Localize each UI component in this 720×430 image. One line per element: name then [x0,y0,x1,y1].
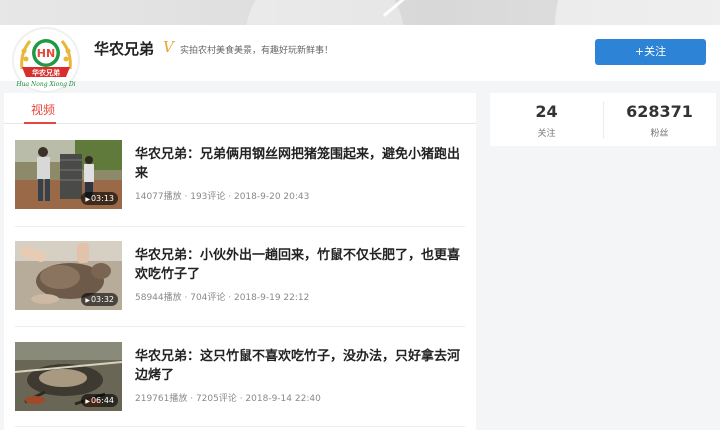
profile-banner [0,0,720,25]
verified-icon: V [163,38,174,56]
divider [15,426,465,427]
logo-caption: Hua Nong Xiong Di [16,81,76,88]
divider [15,326,465,327]
following-label: 关注 [537,129,556,139]
channel-name: 华农兄弟 [94,40,155,58]
video-thumbnail[interactable]: ▶06:44 [15,342,122,411]
play-icon: ▶ [85,297,90,304]
svg-text:HN: HN [37,47,55,60]
video-meta: 219761播放 · 7205评论 · 2018-9-14 22:40 [135,394,321,404]
video-thumbnail[interactable]: ▶03:32 [15,241,122,310]
list-item[interactable]: ▶03:13 华农兄弟：兄弟俩用钢丝网把猪笼围起来，避免小猪跑出来 14077播… [15,140,465,240]
active-tab-indicator [24,122,56,124]
video-duration: ▶03:13 [81,192,118,205]
video-meta: 14077播放 · 193评论 · 2018-9-20 20:43 [135,192,310,202]
followers-count: 628371 [626,102,693,121]
logo-emblem: HN 华农兄弟 [20,39,72,77]
banner-decoration [245,0,405,25]
video-meta: 58944播放 · 704评论 · 2018-9-19 22:12 [135,293,310,303]
channel-tagline: 实拍农村美食美景，有趣好玩新鲜事！ [180,46,334,56]
followers-label: 粉丝 [650,129,669,139]
channel-header: HN 华农兄弟 Hua Nong Xiong Di 华农兄弟 V 实拍农村美食美… [0,25,720,91]
play-icon: ▶ [85,398,90,405]
follow-button[interactable]: +关注 [595,39,706,65]
video-duration: ▶06:44 [81,394,118,407]
play-icon: ▶ [85,196,90,203]
tab-bar: 视频 [4,93,476,124]
following-stat[interactable]: 24 关注 [490,102,603,139]
video-thumbnail[interactable]: ▶03:13 [15,140,122,209]
tab-videos[interactable]: 视频 [31,101,55,118]
following-count: 24 [535,102,558,121]
stats-card: 24 关注 628371 粉丝 [490,93,716,146]
list-item[interactable]: ▶06:44 华农兄弟：这只竹鼠不喜欢吃竹子，没办法，只好拿去河边烤了 2197… [15,342,465,430]
video-title[interactable]: 华农兄弟：小伙外出一趟回来，竹鼠不仅长肥了，也更喜欢吃竹子了 [135,246,465,284]
channel-avatar[interactable]: HN 华农兄弟 Hua Nong Xiong Di [14,29,78,91]
svg-text:华农兄弟: 华农兄弟 [32,68,60,77]
video-title[interactable]: 华农兄弟：兄弟俩用钢丝网把猪笼围起来，避免小猪跑出来 [135,145,465,183]
video-list-card: 视频 ▶03:13 华农兄弟：兄弟俩用钢丝网把猪笼围起来，避免小猪跑出来 140… [4,93,476,430]
banner-decoration [555,0,720,25]
video-duration: ▶03:32 [81,293,118,306]
divider [15,226,465,227]
followers-stat[interactable]: 628371 粉丝 [603,102,716,139]
video-title[interactable]: 华农兄弟：这只竹鼠不喜欢吃竹子，没办法，只好拿去河边烤了 [135,347,465,385]
